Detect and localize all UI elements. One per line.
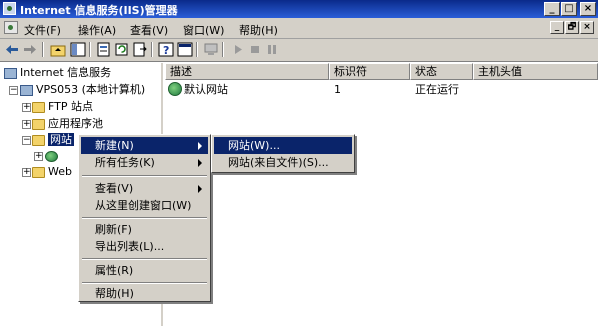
submenu-website-from-file[interactable]: 网站(来自文件)(S)... — [214, 154, 352, 171]
menu-separator — [82, 217, 207, 219]
menu-refresh[interactable]: 刷新(F) — [81, 221, 208, 238]
menu-file[interactable]: 文件(F) — [24, 22, 61, 38]
expand-ftp-icon[interactable]: + — [22, 103, 31, 112]
submenu-arrow-icon — [198, 142, 202, 150]
console-window-icon[interactable] — [177, 42, 193, 57]
row-identifier: 1 — [334, 83, 341, 96]
refresh-icon[interactable] — [114, 42, 130, 57]
tree-server[interactable]: VPS053 (本地计算机) — [20, 83, 145, 97]
folder-icon — [32, 166, 45, 178]
column-header-status[interactable]: 状态 — [410, 63, 473, 80]
help-icon[interactable]: ? — [158, 42, 174, 57]
menu-action[interactable]: 操作(A) — [78, 22, 116, 38]
menu-separator — [82, 282, 207, 284]
collapse-server-icon[interactable]: − — [9, 86, 18, 95]
pause-icon[interactable] — [264, 42, 280, 57]
menu-separator — [82, 258, 207, 260]
svg-text:?: ? — [163, 44, 169, 57]
column-headers: 描述 标识符 状态 主机头值 — [165, 63, 598, 80]
row-status: 正在运行 — [415, 83, 459, 96]
folder-icon — [32, 101, 45, 113]
globe-icon — [45, 150, 58, 162]
expand-webext-icon[interactable]: + — [22, 168, 31, 177]
menu-help-item[interactable]: 帮助(H) — [81, 285, 208, 302]
server-computer-icon[interactable] — [203, 42, 219, 57]
tree-pools-label: 应用程序池 — [48, 117, 103, 130]
menu-view[interactable]: 查看(V) — [130, 22, 168, 38]
tree-root-label: Internet 信息服务 — [20, 66, 112, 79]
submenu-arrow-icon — [198, 185, 202, 193]
menu-new-window[interactable]: 从这里创建窗口(W) — [81, 197, 208, 214]
expand-default-site-icon[interactable]: + — [34, 152, 43, 161]
column-header-host[interactable]: 主机头值 — [473, 63, 598, 80]
tree-websites-label: 网站 — [48, 133, 74, 146]
back-arrow-icon[interactable] — [4, 42, 20, 57]
menu-bar: 文件(F) 操作(A) 查看(V) 窗口(W) 帮助(H) _ 🗗 × — [0, 18, 598, 39]
menu-export-list[interactable]: 导出列表(L)... — [81, 238, 208, 255]
menu-view-item[interactable]: 查看(V) — [81, 180, 208, 197]
context-menu: 新建(N) 所有任务(K) 查看(V) 从这里创建窗口(W) 刷新(F) 导出列… — [78, 134, 211, 302]
row-description: 默认网站 — [184, 83, 228, 96]
menu-new[interactable]: 新建(N) — [81, 137, 208, 154]
mdi-restore-button[interactable]: 🗗 — [565, 21, 579, 34]
toolbar-separator — [222, 42, 224, 57]
submenu-arrow-icon — [198, 159, 202, 167]
toolbar: ? — [0, 39, 598, 62]
maximize-button[interactable]: □ — [561, 2, 577, 16]
window-title: Internet 信息服务(IIS)管理器 — [20, 4, 178, 17]
toolbar-separator — [89, 42, 91, 57]
folder-open-icon — [32, 134, 45, 146]
close-button[interactable]: × — [580, 2, 596, 16]
tree-root[interactable]: Internet 信息服务 — [4, 66, 111, 80]
minimize-button[interactable]: _ — [544, 2, 560, 16]
start-icon[interactable] — [230, 42, 246, 57]
column-header-description[interactable]: 描述 — [165, 63, 329, 80]
title-bar: Internet 信息服务(IIS)管理器 _ □ × — [0, 0, 598, 18]
globe-icon — [168, 82, 182, 96]
toolbar-separator — [196, 42, 198, 57]
iis-services-icon — [4, 67, 17, 79]
menu-view-label: 查看(V) — [95, 182, 134, 195]
show-hide-tree-icon[interactable] — [70, 42, 86, 57]
tree-web-extensions[interactable]: Web — [32, 165, 72, 179]
toolbar-separator — [151, 42, 153, 57]
mdi-minimize-button[interactable]: _ — [550, 21, 564, 34]
menu-all-tasks-label: 所有任务(K) — [95, 156, 155, 169]
new-submenu: 网站(W)... 网站(来自文件)(S)... — [211, 134, 355, 173]
tree-app-pools[interactable]: 应用程序池 — [32, 117, 103, 131]
up-folder-icon[interactable] — [50, 42, 66, 57]
tree-default-site[interactable] — [45, 149, 61, 163]
export-list-icon[interactable] — [132, 42, 148, 57]
folder-icon — [32, 118, 45, 130]
properties-icon[interactable] — [96, 42, 112, 57]
list-pane: 描述 标识符 状态 主机头值 默认网站 1 正在运行 — [165, 63, 598, 326]
tree-webext-label: Web — [48, 165, 72, 178]
tree-ftp-sites[interactable]: FTP 站点 — [32, 100, 93, 114]
toolbar-separator — [42, 42, 44, 57]
stop-icon[interactable] — [247, 42, 263, 57]
menu-help[interactable]: 帮助(H) — [239, 22, 278, 38]
iis-app-icon — [3, 2, 16, 15]
computer-icon — [20, 84, 33, 96]
expand-pools-icon[interactable]: + — [22, 120, 31, 129]
tree-server-label: VPS053 (本地计算机) — [36, 83, 146, 96]
menu-all-tasks[interactable]: 所有任务(K) — [81, 154, 208, 171]
tree-ftp-label: FTP 站点 — [48, 100, 93, 113]
menu-separator — [82, 175, 207, 177]
collapse-websites-icon[interactable]: − — [22, 136, 31, 145]
menu-properties[interactable]: 属性(R) — [81, 262, 208, 279]
mdi-close-button[interactable]: × — [580, 21, 594, 34]
submenu-website[interactable]: 网站(W)... — [214, 137, 352, 154]
forward-arrow-icon[interactable] — [22, 42, 38, 57]
menu-new-label: 新建(N) — [95, 139, 134, 152]
menu-window[interactable]: 窗口(W) — [183, 22, 224, 38]
column-header-identifier[interactable]: 标识符 — [329, 63, 410, 80]
tree-websites[interactable]: 网站 — [32, 133, 74, 147]
mdi-system-icon[interactable] — [4, 21, 18, 34]
